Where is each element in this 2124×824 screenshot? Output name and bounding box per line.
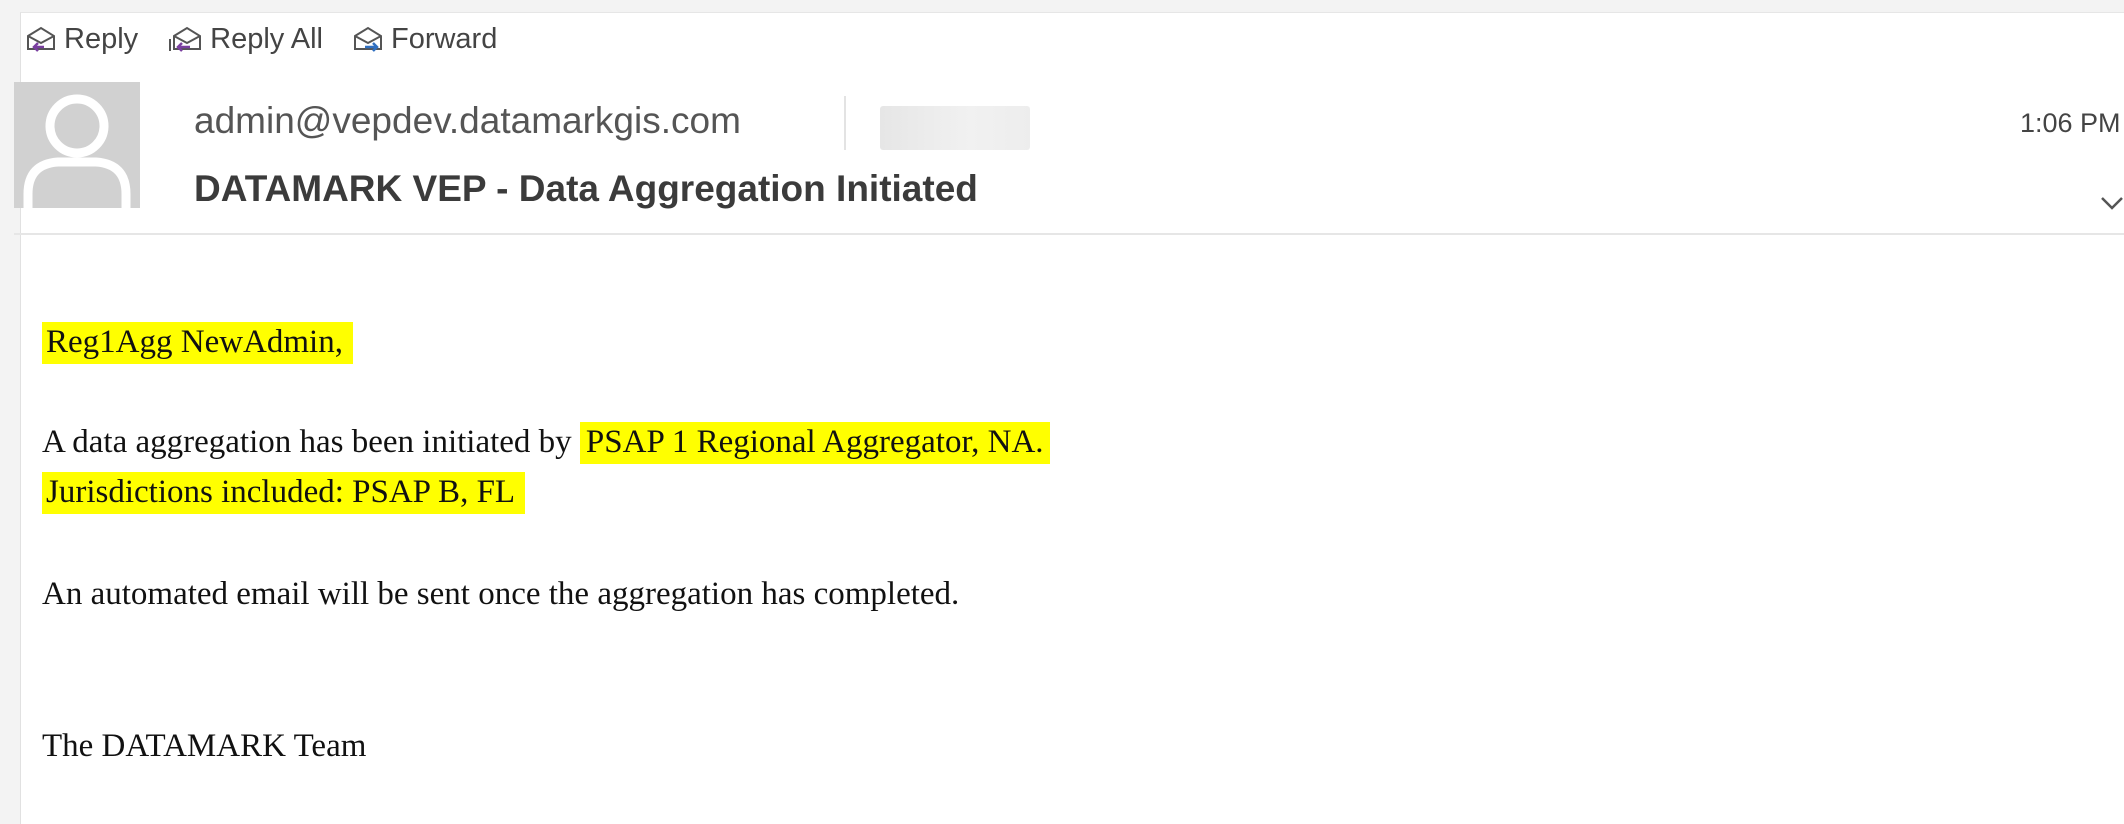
- person-avatar-icon: [23, 94, 131, 208]
- reply-all-button[interactable]: Reply All: [166, 23, 323, 56]
- greeting-text: Reg1Agg NewAdmin,: [42, 322, 353, 364]
- sender-avatar: [14, 82, 140, 208]
- forward-label: Forward: [390, 22, 498, 55]
- header-separator: [14, 233, 2124, 235]
- automated-notice: An automated email will be sent once the…: [42, 576, 960, 612]
- reply-all-icon: [169, 26, 202, 52]
- reply-all-label: Reply All: [210, 22, 323, 55]
- chevron-down-icon[interactable]: [2100, 196, 2124, 210]
- message-toolbar: Reply Reply All Forward: [24, 22, 525, 56]
- greeting-line: Reg1Agg NewAdmin,: [42, 320, 353, 364]
- forward-icon: [353, 26, 382, 52]
- reply-button[interactable]: Reply: [24, 23, 138, 56]
- signature: The DATAMARK Team: [42, 728, 367, 764]
- reply-label: Reply: [64, 22, 139, 55]
- forward-button[interactable]: Forward: [351, 23, 497, 56]
- aggregation-line: A data aggregation has been initiated by…: [42, 420, 1050, 464]
- header-divider: [844, 96, 846, 150]
- jurisdictions-line: Jurisdictions included: PSAP B, FL: [42, 470, 526, 514]
- email-subject: DATAMARK VEP - Data Aggregation Initiate…: [194, 168, 978, 209]
- aggregator-name: PSAP 1 Regional Aggregator, NA.: [579, 422, 1050, 464]
- jurisdictions-text: Jurisdictions included: PSAP B, FL: [42, 472, 526, 514]
- reply-icon: [27, 26, 55, 52]
- sender-address[interactable]: admin@vepdev.datamarkgis.com: [194, 100, 741, 142]
- received-time: 1:06 PM: [2020, 108, 2121, 138]
- redacted-recipient: [880, 106, 1030, 150]
- aggregation-prefix: A data aggregation has been initiated by: [42, 424, 580, 460]
